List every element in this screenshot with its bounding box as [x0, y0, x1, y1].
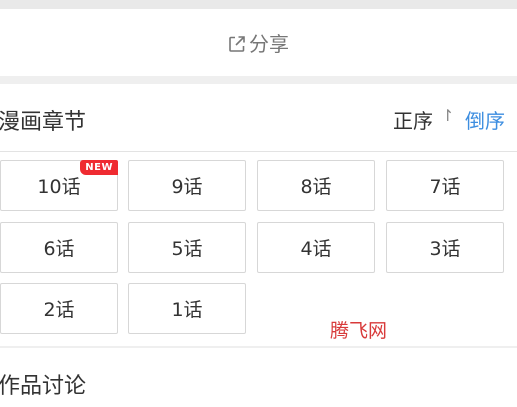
sort-arrow-icon: ↾ [441, 106, 455, 125]
chapter-label: 4话 [300, 238, 332, 260]
chapter-label: 7话 [429, 176, 461, 198]
chapter-label: 1话 [171, 299, 203, 321]
chapter-label: 8话 [300, 176, 332, 198]
discussion-section-title[interactable]: 作品讨论 [0, 368, 86, 400]
chapter-button-9[interactable]: 9话 [128, 160, 246, 211]
section-divider [0, 76, 517, 84]
chapter-header: 漫画章节 正序 ↾ 倒序 [0, 84, 517, 152]
share-button[interactable]: 分享 [0, 9, 517, 76]
chapter-label: 5话 [171, 238, 203, 260]
comic-detail-page: 分享 漫画章节 正序 ↾ 倒序 10话 NEW 9话 8话 7话 6话 5话 4 [0, 0, 517, 407]
top-divider [0, 0, 517, 9]
chapter-button-8[interactable]: 8话 [257, 160, 375, 211]
chapter-button-3[interactable]: 3话 [386, 222, 504, 273]
sort-descending-button[interactable]: 倒序 [465, 105, 505, 134]
chapter-button-2[interactable]: 2话 [0, 283, 118, 334]
share-label: 分享 [249, 32, 289, 56]
chapter-button-7[interactable]: 7话 [386, 160, 504, 211]
chapter-label: 2话 [43, 299, 75, 321]
discussion-section: 作品讨论 [0, 348, 517, 407]
chapter-section-title: 漫画章节 [0, 110, 87, 135]
chapter-label: 9话 [171, 176, 203, 198]
watermark-text: 腾飞网 [330, 320, 388, 342]
chapter-button-6[interactable]: 6话 [0, 222, 118, 273]
share-external-icon [228, 34, 246, 52]
chapter-label: 6话 [43, 238, 75, 260]
chapter-label: 10话 [37, 176, 81, 198]
chapter-button-4[interactable]: 4话 [257, 222, 375, 273]
chapter-button-10[interactable]: 10话 NEW [0, 160, 118, 211]
chapter-button-1[interactable]: 1话 [128, 283, 246, 334]
chapter-section: 漫画章节 正序 ↾ 倒序 10话 NEW 9话 8话 7话 6话 5话 4话 3… [0, 84, 517, 346]
new-badge: NEW [80, 160, 118, 175]
sort-ascending-button[interactable]: 正序 [393, 105, 433, 134]
chapter-label: 3话 [429, 238, 461, 260]
chapter-button-5[interactable]: 5话 [128, 222, 246, 273]
